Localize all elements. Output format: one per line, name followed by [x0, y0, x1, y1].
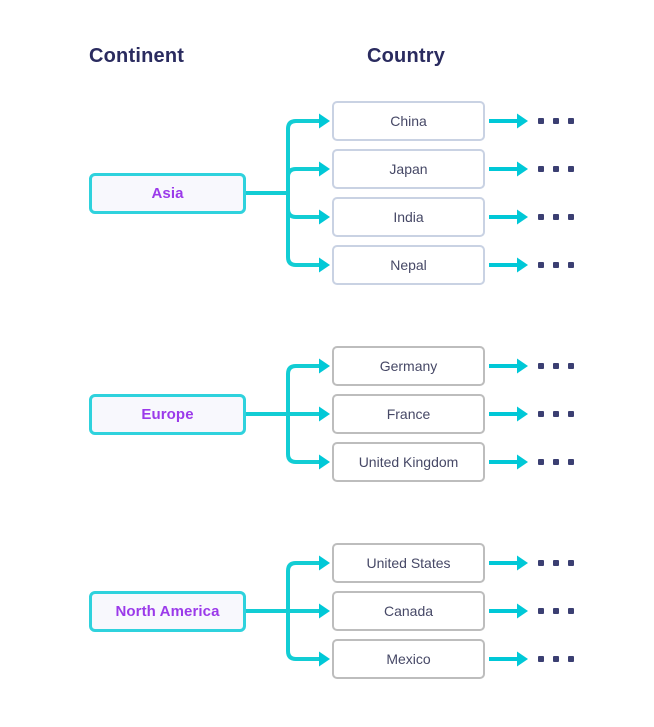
country-box[interactable]: India [332, 197, 485, 237]
ellipsis-dot [553, 118, 559, 124]
ellipsis-icon [538, 608, 574, 614]
ellipsis-dot [553, 166, 559, 172]
country-box[interactable]: United States [332, 543, 485, 583]
ellipsis-dot [568, 118, 574, 124]
country-label: Mexico [386, 651, 431, 667]
country-row: China [0, 101, 654, 141]
country-row: Japan [0, 149, 654, 189]
ellipsis-dot [538, 118, 544, 124]
ellipsis-dot [568, 608, 574, 614]
ellipsis-dot [568, 560, 574, 566]
country-label: United States [366, 555, 451, 571]
ellipsis-icon [538, 214, 574, 220]
country-row: Nepal [0, 245, 654, 285]
ellipsis-icon [538, 411, 574, 417]
country-label: India [393, 209, 424, 225]
ellipsis-icon [538, 118, 574, 124]
country-box[interactable]: Japan [332, 149, 485, 189]
ellipsis-dot [568, 656, 574, 662]
ellipsis-dot [553, 214, 559, 220]
ellipsis-dot [553, 560, 559, 566]
ellipsis-dot [538, 214, 544, 220]
country-label: Japan [389, 161, 428, 177]
ellipsis-icon [538, 459, 574, 465]
ellipsis-dot [538, 363, 544, 369]
ellipsis-dot [553, 656, 559, 662]
ellipsis-dot [553, 608, 559, 614]
country-label: Nepal [390, 257, 427, 273]
ellipsis-dot [568, 363, 574, 369]
column-header-country: Country [367, 45, 446, 67]
ellipsis-icon [538, 656, 574, 662]
ellipsis-dot [538, 411, 544, 417]
ellipsis-dot [568, 459, 574, 465]
ellipsis-dot [538, 560, 544, 566]
country-label: France [386, 406, 431, 422]
ellipsis-icon [538, 262, 574, 268]
ellipsis-dot [553, 411, 559, 417]
country-row: India [0, 197, 654, 237]
country-row: United States [0, 543, 654, 583]
country-label: China [390, 113, 427, 129]
column-header-continent: Continent [89, 45, 185, 67]
country-row: United Kingdom [0, 442, 654, 482]
country-box[interactable]: United Kingdom [332, 442, 485, 482]
country-box[interactable]: China [332, 101, 485, 141]
country-row: Canada [0, 591, 654, 631]
country-row: France [0, 394, 654, 434]
ellipsis-dot [568, 262, 574, 268]
ellipsis-dot [553, 262, 559, 268]
country-box[interactable]: Mexico [332, 639, 485, 679]
country-label: Canada [383, 603, 434, 619]
ellipsis-dot [538, 262, 544, 268]
ellipsis-dot [568, 214, 574, 220]
ellipsis-dot [568, 166, 574, 172]
ellipsis-icon [538, 363, 574, 369]
ellipsis-icon [538, 166, 574, 172]
country-row: Germany [0, 346, 654, 386]
country-row: Mexico [0, 639, 654, 679]
country-box[interactable]: Nepal [332, 245, 485, 285]
ellipsis-dot [538, 459, 544, 465]
country-box[interactable]: Canada [332, 591, 485, 631]
ellipsis-dot [553, 363, 559, 369]
country-box[interactable]: France [332, 394, 485, 434]
country-label: United Kingdom [358, 454, 459, 470]
ellipsis-dot [538, 656, 544, 662]
country-label: Germany [379, 358, 438, 374]
country-box[interactable]: Germany [332, 346, 485, 386]
ellipsis-dot [538, 166, 544, 172]
ellipsis-icon [538, 560, 574, 566]
ellipsis-dot [553, 459, 559, 465]
ellipsis-dot [568, 411, 574, 417]
ellipsis-dot [538, 608, 544, 614]
hierarchy-diagram: Continent Country Asia China Japan India Nep… [0, 0, 654, 727]
